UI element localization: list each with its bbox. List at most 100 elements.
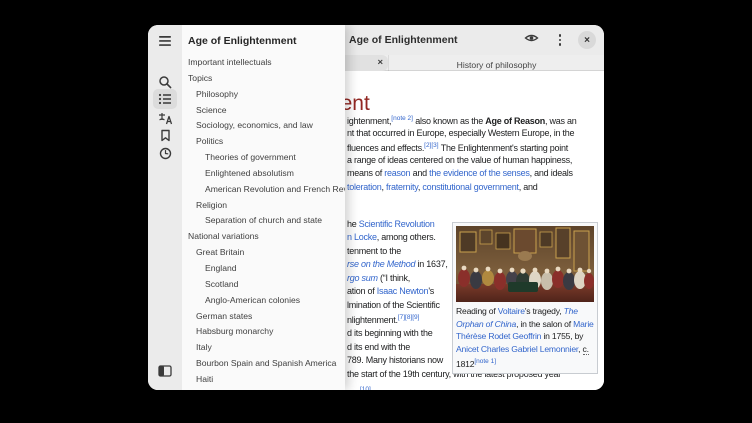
article-link[interactable]: rgo sum xyxy=(347,273,378,283)
article-link[interactable]: Isaac Newton xyxy=(377,286,429,296)
history-button[interactable] xyxy=(153,143,177,163)
text-segment: d its end with the xyxy=(347,342,410,352)
toc-item[interactable]: German states xyxy=(182,309,345,325)
tab-label: History of philosophy xyxy=(457,60,537,70)
article-link[interactable]: Anicet Charles Gabriel Lemonnier xyxy=(456,344,578,354)
text-segment: Age of Reason xyxy=(485,116,545,126)
hamburger-menu-button[interactable] xyxy=(153,31,177,51)
article-link[interactable]: n Locke xyxy=(347,232,377,242)
reference-sup[interactable]: [7][8][9] xyxy=(398,314,420,321)
toc-item[interactable]: Philosophy xyxy=(182,87,345,103)
toc-item[interactable]: National variations xyxy=(182,229,345,245)
toc-button[interactable] xyxy=(153,89,177,109)
text-segment: and xyxy=(410,168,429,178)
sidebar-flap-icon xyxy=(158,365,172,377)
article-line: [10] xyxy=(360,384,371,390)
eye-icon xyxy=(524,31,539,49)
article-line: tenment to the xyxy=(347,245,401,257)
text-segment: Reading of xyxy=(456,306,498,316)
text-segment: The Enlightenment's starting point xyxy=(439,143,568,153)
text-segment: tenment to the xyxy=(347,246,401,256)
thumb-caption: Reading of Voltaire's tragedy, The Orpha… xyxy=(456,305,594,370)
toc-item[interactable]: Scotland xyxy=(182,277,345,293)
translate-icon xyxy=(158,112,173,125)
toc-panel-title: Age of Enlightenment xyxy=(188,35,297,47)
text-segment: c. xyxy=(583,344,589,355)
toc-item[interactable]: Italy xyxy=(182,340,345,356)
salon-painting-image[interactable] xyxy=(456,226,594,302)
toc-item[interactable]: Religion xyxy=(182,198,345,214)
kebab-menu-icon xyxy=(559,34,562,46)
sidebar-toggle-button[interactable] xyxy=(153,361,177,381)
article-link[interactable]: fraternity xyxy=(386,182,418,192)
tab-close-button[interactable]: × xyxy=(377,55,383,71)
reference-sup[interactable]: [2][3] xyxy=(424,142,438,149)
article-link[interactable]: toleration xyxy=(347,182,382,192)
text-segment: 1812 xyxy=(456,359,474,369)
article-line: a range of ideas centered on the value o… xyxy=(347,154,572,166)
article-line: fluences and effects.[2][3] The Enlighte… xyxy=(347,140,568,154)
menu-button[interactable] xyxy=(549,29,571,51)
bookmark-icon xyxy=(160,129,171,142)
article-line: means of reason and the evidence of the … xyxy=(347,167,573,179)
toc-item[interactable]: Enlightened absolutism xyxy=(182,166,345,182)
toc-item[interactable]: Science xyxy=(182,103,345,119)
toc-item[interactable]: Anglo-American colonies xyxy=(182,293,345,309)
text-segment: nlightenment. xyxy=(347,315,398,325)
reader-view-button[interactable] xyxy=(520,29,542,51)
toc-item[interactable]: Politics xyxy=(182,134,345,150)
search-icon xyxy=(158,75,172,89)
article-line: toleration, fraternity, constitutional g… xyxy=(347,181,538,193)
toc-item[interactable]: Sociology, economics, and law xyxy=(182,118,345,134)
text-segment: nt that occurred in Europe, especially W… xyxy=(347,128,574,138)
text-segment: , in the salon of xyxy=(516,319,573,329)
toc-item[interactable]: Great Britain xyxy=(182,245,345,261)
toc-item[interactable]: Important intellectuals xyxy=(182,55,345,71)
text-segment: , was an xyxy=(545,116,577,126)
toc-item[interactable]: Bourbon Spain and Spanish America xyxy=(182,356,345,372)
text-segment: fluences and effects. xyxy=(347,143,424,153)
article-line: he Scientific Revolution xyxy=(347,218,435,230)
text-segment: ightenment, xyxy=(347,116,391,126)
article-line: 789. Many historians now xyxy=(347,354,443,366)
text-segment: lmination of the Scientific xyxy=(347,300,440,310)
article-link[interactable]: Scientific Revolution xyxy=(359,219,435,229)
toc-panel: Age of Enlightenment Important intellect… xyxy=(182,25,345,390)
toc-list-icon xyxy=(158,93,172,105)
text-segment: means of xyxy=(347,168,384,178)
toc-item[interactable]: Topics xyxy=(182,71,345,87)
article-link[interactable]: constitutional government xyxy=(422,182,518,192)
reference-sup[interactable]: [note 1] xyxy=(474,358,496,365)
tab-history-of-philosophy[interactable]: History of philosophy xyxy=(388,55,604,71)
reference-sup[interactable]: [10] xyxy=(360,386,371,390)
text-segment: he xyxy=(347,219,359,229)
text-segment: in 1755, by xyxy=(541,331,583,341)
text-segment: 's xyxy=(428,286,434,296)
toc-item[interactable]: American Revolution and French Revolutio… xyxy=(182,182,345,198)
toc-item[interactable]: England xyxy=(182,261,345,277)
article-link[interactable]: Voltaire xyxy=(498,306,525,316)
toc-item[interactable]: Habsburg monarchy xyxy=(182,324,345,340)
text-segment: , among others. xyxy=(377,232,436,242)
text-segment: ation of xyxy=(347,286,377,296)
clock-history-icon xyxy=(159,147,172,160)
article-line: n Locke, among others. xyxy=(347,231,436,243)
page-title: Age of Enlightenment xyxy=(349,25,458,55)
article-link[interactable]: reason xyxy=(384,168,410,178)
toc-item[interactable]: Theories of government xyxy=(182,150,345,166)
toc-item[interactable]: Separation of church and state xyxy=(182,213,345,229)
article-line: d its end with the xyxy=(347,341,410,353)
article-line: ightenment,[note 2] also known as the Ag… xyxy=(347,113,577,127)
hamburger-icon xyxy=(158,35,172,47)
article-thumbnail: Reading of Voltaire's tragedy, The Orpha… xyxy=(452,222,598,374)
article-line: lmination of the Scientific xyxy=(347,299,440,311)
bookmarks-button[interactable] xyxy=(153,125,177,145)
window-close-button[interactable]: × xyxy=(578,31,596,49)
reference-sup[interactable]: [note 2] xyxy=(391,115,413,122)
text-segment: (“I think, xyxy=(378,273,410,283)
article-link[interactable]: rse on the Method xyxy=(347,259,415,269)
article-link[interactable]: the evidence of the senses xyxy=(429,168,530,178)
header-actions: × xyxy=(520,25,596,55)
article-line: nt that occurred in Europe, especially W… xyxy=(347,127,574,139)
toc-item[interactable]: Haiti xyxy=(182,372,345,388)
